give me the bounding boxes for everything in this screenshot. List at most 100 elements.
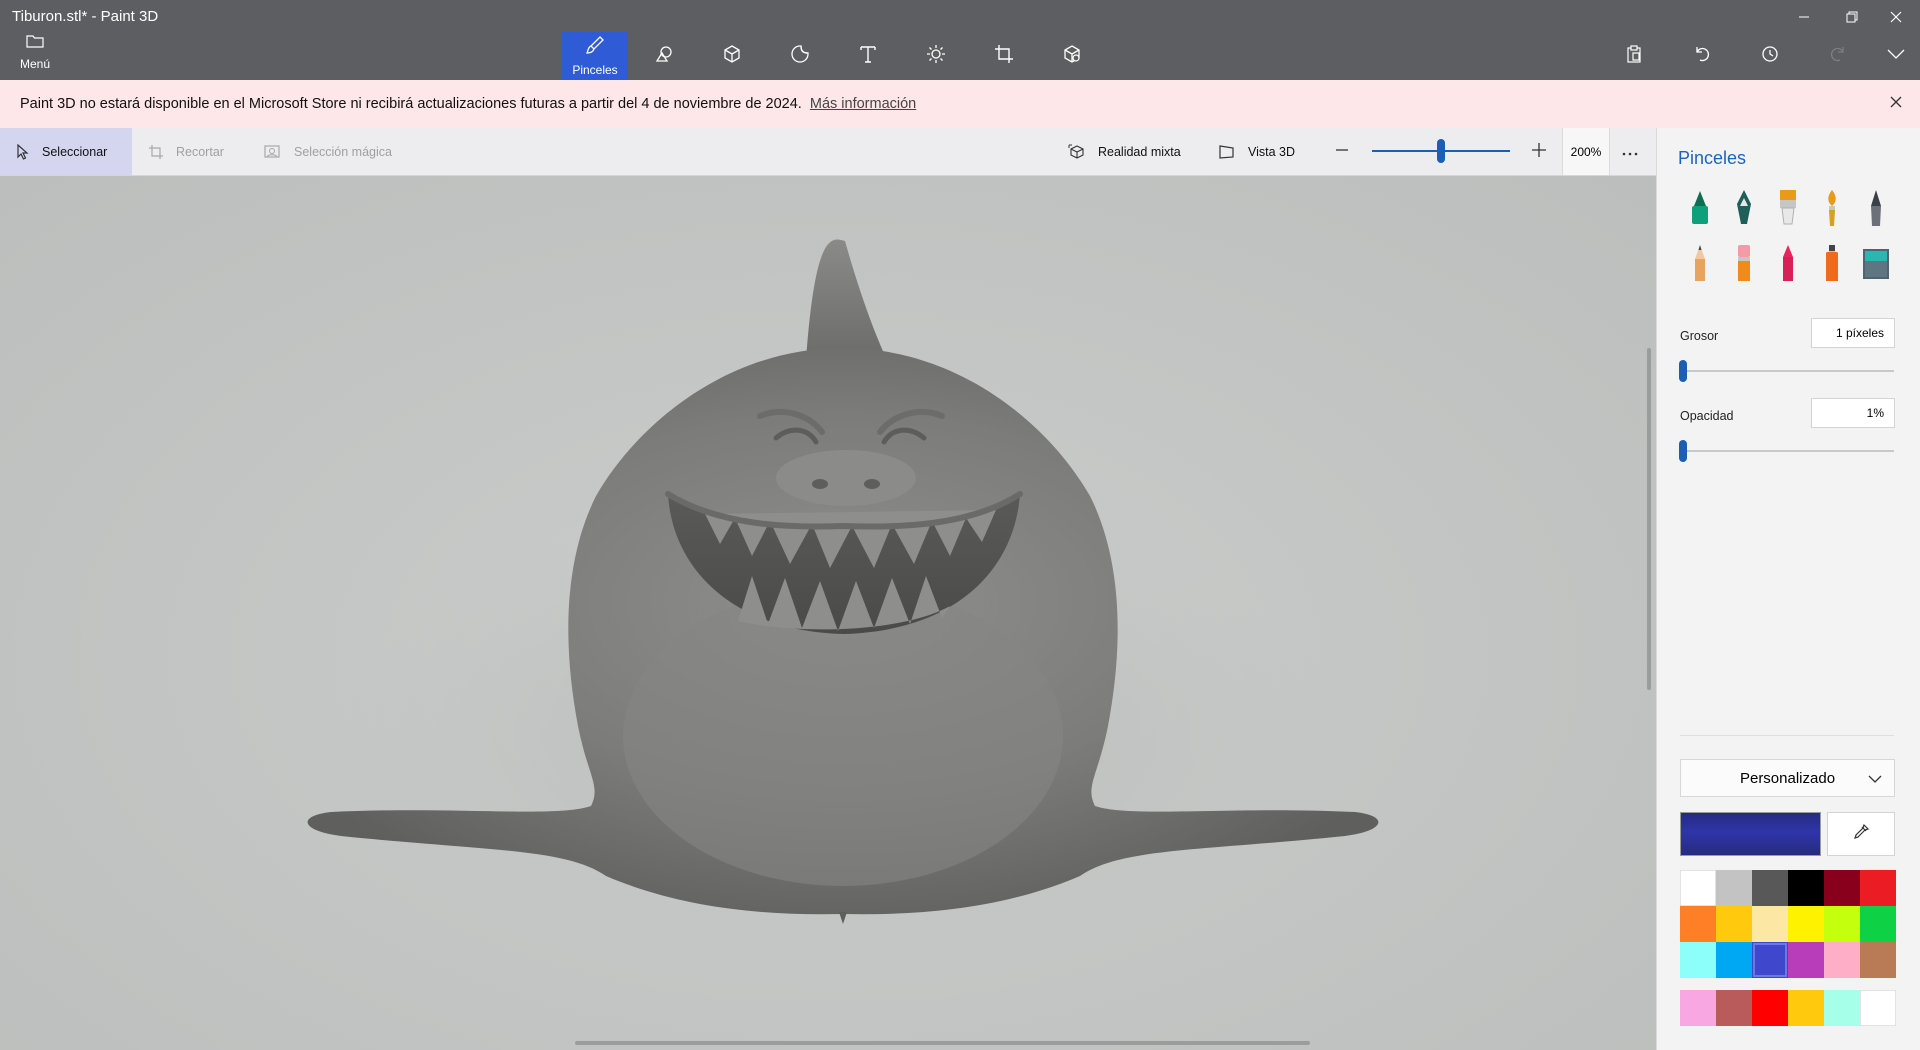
color-swatch[interactable]	[1752, 990, 1788, 1026]
spray-can-button[interactable]	[1815, 243, 1849, 287]
stickers-icon	[790, 44, 810, 69]
mixed-reality-icon	[1068, 144, 1086, 160]
tab-2d-shapes[interactable]	[631, 32, 697, 80]
color-swatch[interactable]	[1752, 942, 1788, 978]
color-swatch[interactable]	[1860, 906, 1896, 942]
color-swatch[interactable]	[1680, 942, 1716, 978]
history-button[interactable]	[1750, 40, 1790, 72]
close-window-button[interactable]	[1876, 2, 1916, 32]
color-swatch[interactable]	[1716, 990, 1752, 1026]
pencil-button[interactable]	[1683, 243, 1717, 287]
view-3d-icon	[1218, 144, 1236, 160]
undo-button[interactable]	[1682, 40, 1722, 72]
view-3d-button[interactable]: Vista 3D	[1218, 128, 1295, 175]
selection-toolbar: Seleccionar Recortar Selección mágica Re…	[0, 128, 1656, 176]
opacity-slider-thumb[interactable]	[1679, 440, 1687, 462]
thickness-slider-thumb[interactable]	[1679, 360, 1687, 382]
oil-brush-button[interactable]	[1771, 188, 1805, 232]
tab-stickers[interactable]	[767, 32, 833, 80]
zoom-out-button[interactable]	[1335, 128, 1349, 175]
magic-select-label: Selección mágica	[294, 144, 392, 159]
color-swatch[interactable]	[1824, 942, 1860, 978]
opacity-slider-track[interactable]	[1682, 450, 1894, 452]
paste-icon	[1625, 44, 1643, 68]
color-swatch[interactable]	[1788, 990, 1824, 1026]
mixed-reality-button[interactable]: Realidad mixta	[1068, 128, 1181, 175]
shapes-2d-icon	[654, 44, 674, 69]
color-swatch[interactable]	[1824, 870, 1860, 906]
current-color-swatch[interactable]	[1680, 812, 1821, 856]
crop-button[interactable]: Recortar	[148, 128, 224, 175]
redo-icon	[1829, 45, 1847, 68]
shapes-3d-icon	[722, 44, 742, 69]
redo-button[interactable]	[1818, 40, 1858, 72]
eraser-button[interactable]	[1727, 243, 1761, 287]
zoom-value[interactable]: 200%	[1562, 128, 1610, 175]
tab-effects[interactable]	[903, 32, 969, 80]
fill-bucket-icon	[1861, 243, 1891, 288]
thickness-input[interactable]: 1 píxeles	[1811, 318, 1895, 348]
restore-button[interactable]	[1832, 2, 1872, 32]
color-swatch[interactable]	[1680, 870, 1716, 906]
color-swatch[interactable]	[1824, 990, 1860, 1026]
more-info-link[interactable]: Más información	[810, 96, 916, 112]
eraser-icon	[1731, 243, 1757, 288]
pixel-pen-button[interactable]	[1859, 188, 1893, 232]
text-icon	[858, 44, 878, 69]
color-swatch[interactable]	[1752, 870, 1788, 906]
banner-text: Paint 3D no estará disponible en el Micr…	[20, 96, 916, 112]
canvas-area[interactable]	[0, 176, 1656, 1050]
color-swatch[interactable]	[1716, 942, 1752, 978]
opacity-label: Opacidad	[1680, 409, 1734, 423]
pixel-pen-icon	[1863, 188, 1889, 233]
tab-text[interactable]	[835, 32, 901, 80]
color-swatch[interactable]	[1716, 870, 1752, 906]
canvas-icon	[994, 44, 1014, 69]
horizontal-scrollbar[interactable]	[575, 1041, 1310, 1045]
color-swatch[interactable]	[1752, 906, 1788, 942]
color-swatch[interactable]	[1860, 870, 1896, 906]
marker-brush-button[interactable]	[1683, 188, 1717, 232]
vertical-scrollbar[interactable]	[1647, 348, 1651, 690]
color-swatch[interactable]	[1824, 906, 1860, 942]
more-options-button[interactable]	[1622, 128, 1638, 175]
color-swatch[interactable]	[1788, 870, 1824, 906]
opacity-input[interactable]: 1%	[1811, 398, 1895, 428]
shark-3d-model[interactable]	[0, 176, 1656, 1050]
thickness-slider-track[interactable]	[1682, 370, 1894, 372]
effects-icon	[926, 44, 946, 69]
tab-canvas[interactable]	[971, 32, 1037, 80]
color-mode-dropdown[interactable]: Personalizado	[1680, 759, 1895, 797]
watercolor-button[interactable]	[1815, 188, 1849, 232]
expand-toolbar-button[interactable]	[1876, 40, 1916, 72]
color-swatch[interactable]	[1788, 906, 1824, 942]
color-swatch[interactable]	[1716, 906, 1752, 942]
cursor-icon	[16, 143, 30, 160]
paste-button[interactable]	[1614, 40, 1654, 72]
tab-brushes[interactable]: Pinceles	[562, 32, 628, 80]
banner-close-button[interactable]	[1886, 94, 1906, 114]
crayon-icon	[1775, 243, 1801, 288]
tab-3d-shapes[interactable]	[699, 32, 765, 80]
calligraphy-pen-button[interactable]	[1727, 188, 1761, 232]
pencil-icon	[1687, 243, 1713, 288]
close-icon	[1890, 95, 1902, 113]
crayon-button[interactable]	[1771, 243, 1805, 287]
select-button[interactable]: Seleccionar	[0, 128, 132, 175]
zoom-in-button[interactable]	[1531, 128, 1547, 175]
magic-select-button[interactable]: Selección mágica	[264, 128, 392, 175]
fill-bucket-button[interactable]	[1859, 243, 1893, 287]
minimize-button[interactable]	[1784, 2, 1824, 32]
color-swatch[interactable]	[1860, 990, 1896, 1026]
zoom-slider-thumb[interactable]	[1437, 139, 1445, 163]
color-swatch[interactable]	[1680, 906, 1716, 942]
menu-button[interactable]: Menú	[10, 34, 60, 78]
color-swatch[interactable]	[1860, 942, 1896, 978]
crop-label: Recortar	[176, 144, 224, 159]
eyedropper-button[interactable]	[1827, 812, 1895, 856]
window-title: Tiburon.stl* - Paint 3D	[12, 8, 159, 25]
color-swatch[interactable]	[1788, 942, 1824, 978]
color-swatch[interactable]	[1680, 990, 1716, 1026]
tab-3d-library[interactable]	[1039, 32, 1105, 80]
calligraphy-pen-icon	[1731, 188, 1757, 233]
